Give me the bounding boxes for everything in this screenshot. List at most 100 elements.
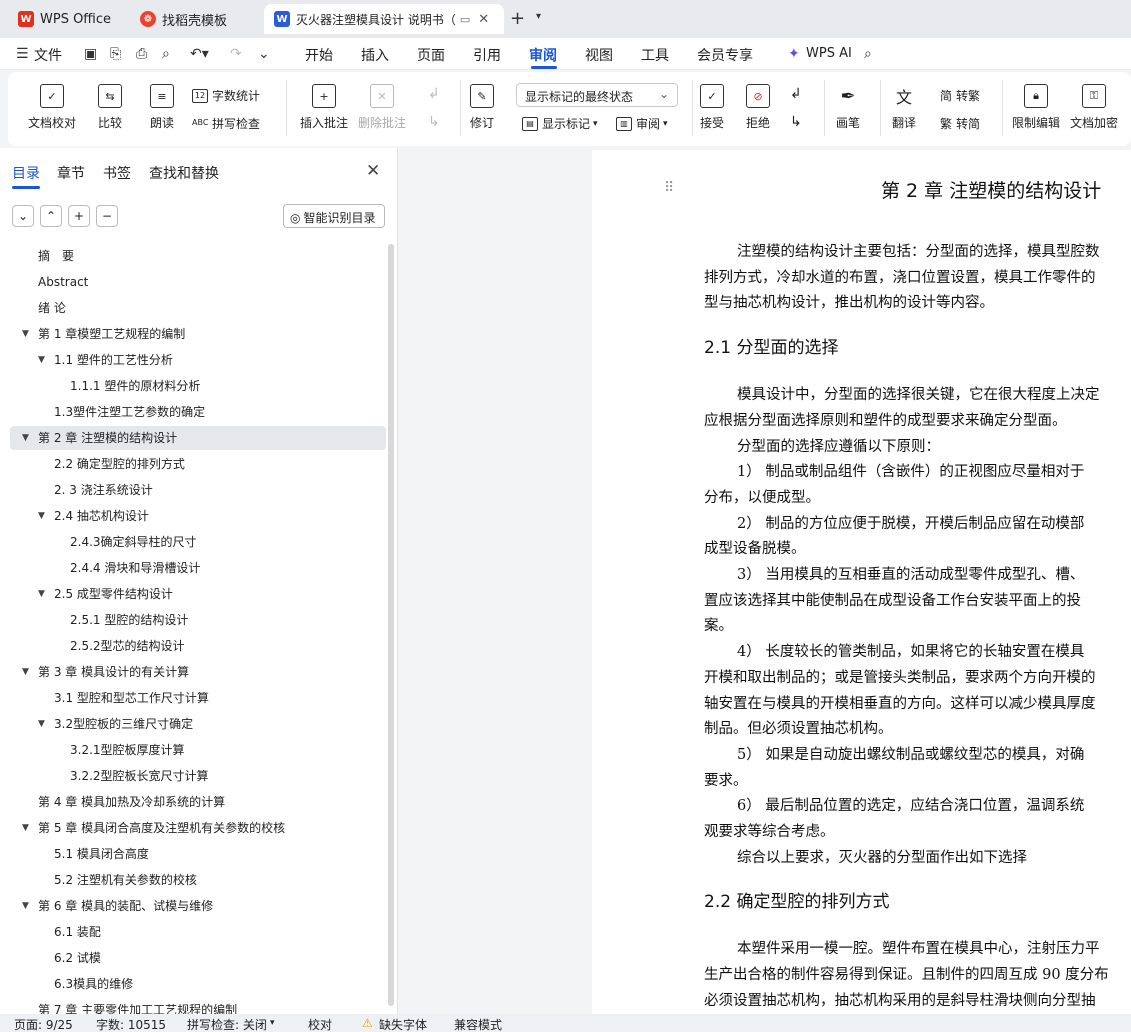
toc-item[interactable]: 6.1 装配 bbox=[10, 920, 386, 944]
expand-arrow-icon[interactable]: ▼ bbox=[22, 426, 29, 450]
compare-button[interactable]: ⇆ 比较 bbox=[98, 84, 122, 131]
menu-view[interactable]: 视图 bbox=[585, 45, 613, 65]
document-page[interactable]: ⠿ 第 2 章 注塑模的结构设计 注塑模的结构设计主要包括：分型面的选择，模具型… bbox=[592, 150, 1131, 1014]
print-icon[interactable]: ⎙ bbox=[136, 46, 147, 62]
toc-item[interactable]: ▼ 2.5 成型零件结构设计 bbox=[10, 582, 386, 606]
doc-encrypt-button[interactable]: ⚿ 文档加密 bbox=[1070, 84, 1118, 131]
previous-comment-icon[interactable]: ↲ bbox=[428, 86, 440, 102]
expand-arrow-icon[interactable]: ▼ bbox=[38, 504, 45, 528]
doc-check-button[interactable]: ✓ 文档校对 bbox=[28, 84, 76, 131]
toc-item[interactable]: 6.2 试模 bbox=[10, 946, 386, 970]
toc-item[interactable]: 3.2.2型腔板长宽尺寸计算 bbox=[10, 764, 386, 788]
toc-item[interactable]: 2.4.3确定斜导柱的尺寸 bbox=[10, 530, 386, 554]
previous-change-icon[interactable]: ↲ bbox=[790, 86, 802, 102]
chevron-down-icon[interactable]: ▾ bbox=[536, 11, 541, 22]
toc-item[interactable]: 6.3模具的维修 bbox=[10, 972, 386, 996]
more-quick-access-icon[interactable]: ⌄ bbox=[258, 46, 270, 62]
menu-member[interactable]: 会员专享 bbox=[697, 45, 753, 65]
review-pane-button[interactable]: ▥ 审阅 ▾ bbox=[616, 115, 668, 132]
add-heading-button[interactable]: + bbox=[68, 205, 90, 227]
toc-item[interactable]: ▼ 第 1 章模塑工艺规程的编制 bbox=[10, 322, 386, 346]
toc-item[interactable]: 5.1 模具闭合高度 bbox=[10, 842, 386, 866]
markup-state-select[interactable]: 显示标记的最终状态 ⌄ bbox=[516, 83, 678, 107]
next-comment-icon[interactable]: ↳ bbox=[428, 114, 440, 130]
toc-item[interactable]: 绪 论 bbox=[10, 296, 386, 320]
expand-arrow-icon[interactable]: ▼ bbox=[38, 582, 45, 606]
tab-wps-office[interactable]: W WPS Office bbox=[8, 4, 122, 34]
toc-item[interactable]: Abstract bbox=[10, 270, 386, 294]
print-preview-icon[interactable]: ⌕ bbox=[162, 46, 170, 62]
to-traditional-button[interactable]: 简 转繁 bbox=[940, 87, 980, 104]
revise-button[interactable]: ✎ 修订 bbox=[470, 84, 494, 131]
word-count-indicator[interactable]: 字数: 10515 bbox=[96, 1016, 166, 1032]
close-tab-icon[interactable]: ✕ bbox=[478, 12, 489, 27]
expand-up-button[interactable]: ⌃ bbox=[40, 205, 62, 227]
tab-current-document[interactable]: W 灭火器注塑模具设计 说明书（ ▭ ✕ bbox=[264, 4, 504, 34]
toc-item[interactable]: ▼ 第 3 章 模具设计的有关计算 bbox=[10, 660, 386, 684]
spell-check-button[interactable]: ABC 拼写检查 bbox=[192, 115, 260, 132]
menu-tools[interactable]: 工具 bbox=[641, 45, 669, 65]
show-markup-button[interactable]: ▤ 显示标记 ▾ bbox=[522, 115, 598, 132]
menu-page[interactable]: 页面 bbox=[417, 45, 445, 65]
compat-mode-status[interactable]: 兼容模式 bbox=[454, 1016, 502, 1032]
menu-reference[interactable]: 引用 bbox=[473, 45, 501, 65]
expand-arrow-icon[interactable]: ▼ bbox=[22, 660, 29, 684]
tab-sections[interactable]: 章节 bbox=[57, 163, 85, 183]
expand-arrow-icon[interactable]: ▼ bbox=[38, 348, 45, 372]
expand-arrow-icon[interactable]: ▼ bbox=[22, 894, 29, 918]
toc-scrollbar[interactable] bbox=[388, 244, 394, 1006]
spell-check-status[interactable]: 拼写检查: 关闭 bbox=[187, 1016, 267, 1032]
toc-item[interactable]: 2.5.1 型腔的结构设计 bbox=[10, 608, 386, 632]
collapse-all-button[interactable]: ⌄ bbox=[12, 205, 34, 227]
toc-item[interactable]: ▼ 第 5 章 模具闭合高度及注塑机有关参数的校核 bbox=[10, 816, 386, 840]
search-icon[interactable]: ⌕ bbox=[864, 46, 872, 62]
translate-button[interactable]: 文 翻译 bbox=[892, 84, 916, 131]
expand-arrow-icon[interactable]: ▼ bbox=[22, 816, 29, 840]
restrict-edit-button[interactable]: 🔒︎ 限制编辑 bbox=[1012, 84, 1060, 131]
toc-item[interactable]: ▼ 第 6 章 模具的装配、试模与维修 bbox=[10, 894, 386, 918]
word-count-button[interactable]: 12 字数统计 bbox=[192, 87, 260, 104]
pen-button[interactable]: ✒ 画笔 bbox=[836, 84, 860, 131]
expand-arrow-icon[interactable]: ▼ bbox=[22, 322, 29, 346]
toc-item[interactable]: 3.1 型腔和型芯工作尺寸计算 bbox=[10, 686, 386, 710]
page-indicator[interactable]: 页面: 9/25 bbox=[14, 1016, 73, 1032]
toc-item[interactable]: ▼ 第 2 章 注塑模的结构设计 bbox=[10, 426, 386, 450]
tab-find-replace[interactable]: 查找和替换 bbox=[149, 163, 219, 183]
missing-font-status[interactable]: 缺失字体 bbox=[379, 1016, 427, 1032]
tab-bookmarks[interactable]: 书签 bbox=[103, 163, 131, 183]
toc-item[interactable]: 2. 3 浇注系统设计 bbox=[10, 478, 386, 502]
remove-heading-button[interactable]: − bbox=[96, 205, 118, 227]
undo-icon[interactable]: ↶▾ bbox=[190, 46, 209, 62]
close-panel-icon[interactable]: ✕ bbox=[366, 161, 380, 181]
menu-wps-ai[interactable]: WPS AI bbox=[806, 46, 852, 61]
toc-item[interactable]: 1.3塑件注塑工艺参数的确定 bbox=[10, 400, 386, 424]
menu-insert[interactable]: 插入 bbox=[361, 45, 389, 65]
toc-item[interactable]: 第 4 章 模具加热及冷却系统的计算 bbox=[10, 790, 386, 814]
tab-toc[interactable]: 目录 bbox=[12, 163, 40, 183]
to-simplified-button[interactable]: 繁 转简 bbox=[940, 115, 980, 132]
accept-button[interactable]: ✓ 接受 bbox=[700, 84, 724, 131]
toc-item[interactable]: 摘 要 bbox=[10, 244, 386, 268]
next-change-icon[interactable]: ↳ bbox=[790, 114, 802, 130]
proof-status[interactable]: 校对 bbox=[308, 1016, 332, 1032]
reject-button[interactable]: ⊘ 拒绝 bbox=[746, 84, 770, 131]
read-aloud-button[interactable]: ≡ 朗读 bbox=[150, 84, 174, 131]
toc-item[interactable]: ▼ 1.1 塑件的工艺性分析 bbox=[10, 348, 386, 372]
file-menu[interactable]: 文件 bbox=[34, 45, 62, 65]
menu-start[interactable]: 开始 bbox=[305, 45, 333, 65]
smart-toc-button[interactable]: ◎ 智能识别目录 bbox=[283, 204, 385, 228]
insert-comment-button[interactable]: + 插入批注 bbox=[300, 84, 348, 131]
toc-item[interactable]: 5.2 注塑机有关参数的校核 bbox=[10, 868, 386, 892]
drag-handle-icon[interactable]: ⠿ bbox=[664, 180, 674, 196]
toc-item[interactable]: 2.5.2型芯的结构设计 bbox=[10, 634, 386, 658]
toc-item[interactable]: 2.2 确定型腔的排列方式 bbox=[10, 452, 386, 476]
new-tab-icon[interactable]: + bbox=[510, 8, 525, 29]
toc-item[interactable]: 1.1.1 塑件的原材料分析 bbox=[10, 374, 386, 398]
export-icon[interactable]: ⎘ bbox=[110, 46, 121, 62]
tab-docer-templates[interactable]: ❁ 找稻壳模板 bbox=[130, 4, 260, 34]
redo-icon[interactable]: ↷ bbox=[230, 46, 242, 62]
menu-review[interactable]: 审阅 bbox=[529, 45, 557, 65]
toc-item[interactable]: ▼ 2.4 抽芯机构设计 bbox=[10, 504, 386, 528]
toc-item[interactable]: 2.4.4 滑块和导滑槽设计 bbox=[10, 556, 386, 580]
toc-item[interactable]: 3.2.1型腔板厚度计算 bbox=[10, 738, 386, 762]
